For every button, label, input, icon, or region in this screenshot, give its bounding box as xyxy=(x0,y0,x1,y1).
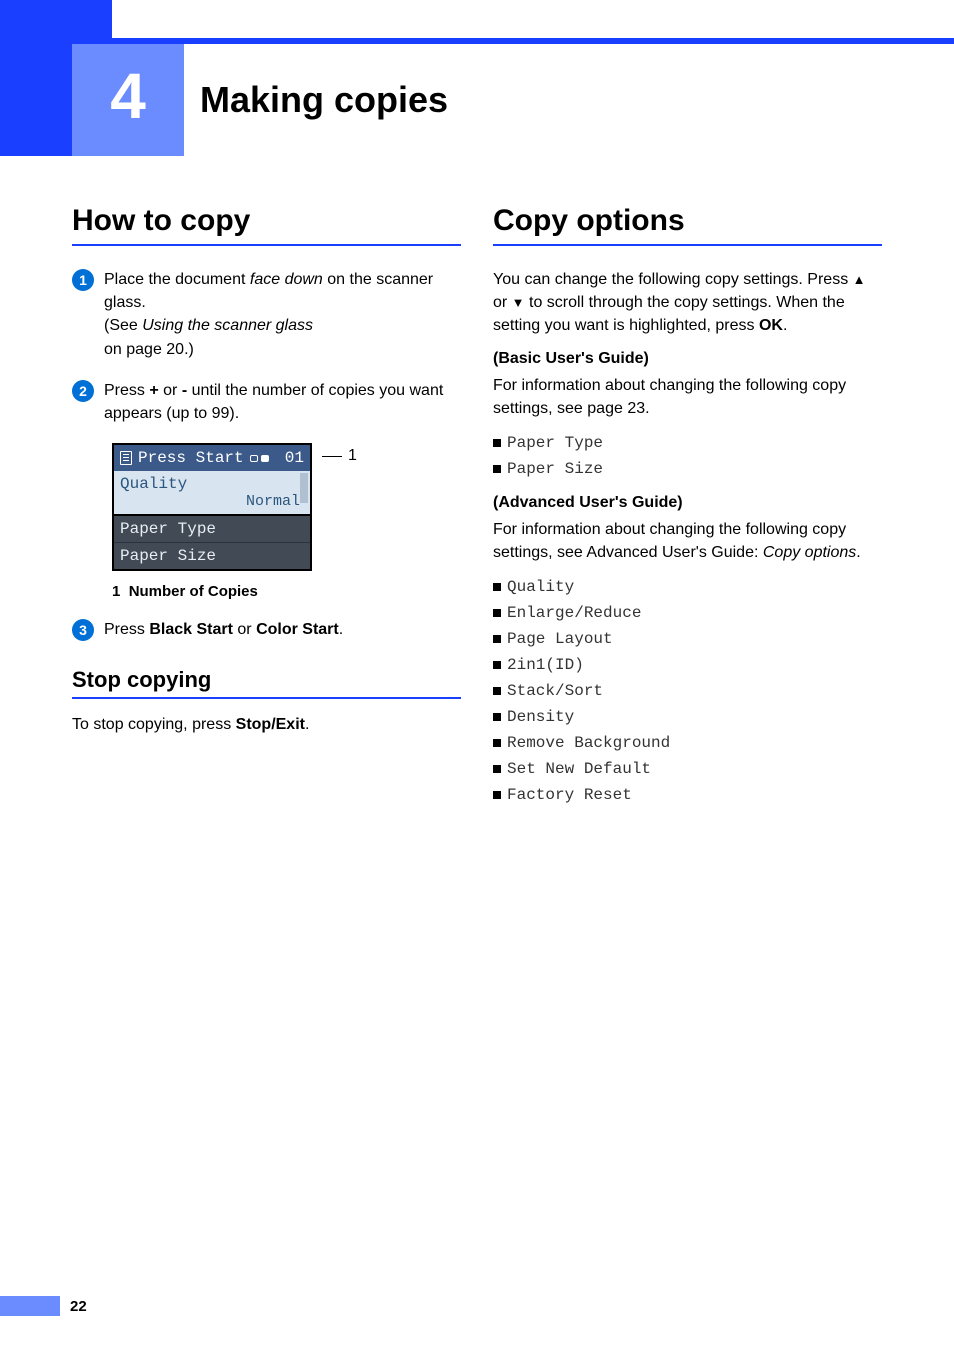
step-2: 2 Press + or - until the number of copie… xyxy=(72,379,461,425)
basic-items-list: Paper TypePaper Size xyxy=(493,430,882,482)
callout-1: 1 xyxy=(322,447,357,465)
right-column: Copy options You can change the followin… xyxy=(493,204,882,816)
basic-guide-text: For information about changing the follo… xyxy=(493,374,882,420)
list-item: Quality xyxy=(493,574,882,600)
list-item: Set New Default xyxy=(493,756,882,782)
step-2-text: Press + or - until the number of copies … xyxy=(104,379,461,425)
step-1: 1 Place the document face down on the sc… xyxy=(72,268,461,361)
header-rule xyxy=(112,38,954,44)
list-item: Stack/Sort xyxy=(493,678,882,704)
lcd-row-paper-size: Paper Size xyxy=(114,542,310,569)
how-to-copy-heading: How to copy xyxy=(72,204,461,246)
callout-number: 1 xyxy=(348,447,357,465)
list-item: Remove Background xyxy=(493,730,882,756)
list-item: Paper Type xyxy=(493,430,882,456)
page-footer: 22 xyxy=(0,1296,87,1316)
step-3: 3 Press Black Start or Color Start. xyxy=(72,618,461,641)
lcd-header-text: Press Start xyxy=(138,449,244,467)
lcd-count: 01 xyxy=(285,449,304,467)
list-item: Paper Size xyxy=(493,456,882,482)
step-3-text: Press Black Start or Color Start. xyxy=(104,618,461,641)
document-icon xyxy=(120,451,132,465)
lcd-row-paper-type: Paper Type xyxy=(114,516,310,542)
header-band xyxy=(0,0,954,44)
chapter-title: Making copies xyxy=(200,79,448,121)
mono-color-icon xyxy=(250,455,269,462)
advanced-items-list: QualityEnlarge/ReducePage Layout2in1(ID)… xyxy=(493,574,882,808)
step-bullet-1: 1 xyxy=(72,269,94,291)
chapter-tab-accent xyxy=(0,44,72,156)
chapter-number: 4 xyxy=(72,44,184,156)
step-bullet-3: 3 xyxy=(72,619,94,641)
lcd-selected-label: Quality xyxy=(120,475,187,493)
list-item: 2in1(ID) xyxy=(493,652,882,678)
list-item: Factory Reset xyxy=(493,782,882,808)
list-item: Enlarge/Reduce xyxy=(493,600,882,626)
step-bullet-2: 2 xyxy=(72,380,94,402)
lcd-selected-value: Normal xyxy=(120,493,304,510)
advanced-guide-head: (Advanced User's Guide) xyxy=(493,494,882,512)
step-1-text: Place the document face down on the scan… xyxy=(104,268,461,361)
header-tab xyxy=(0,0,112,44)
copy-options-intro: You can change the following copy settin… xyxy=(493,268,882,338)
stop-copying-text: To stop copying, press Stop/Exit. xyxy=(72,713,461,736)
lcd-screen: Press Start 01 Quality Normal Paper Type… xyxy=(112,443,312,571)
legend-1: 1 Number of Copies xyxy=(112,583,461,600)
callout-line xyxy=(322,456,342,457)
copy-options-heading: Copy options xyxy=(493,204,882,246)
list-item: Page Layout xyxy=(493,626,882,652)
left-column: How to copy 1 Place the document face do… xyxy=(72,204,461,816)
stop-copying-heading: Stop copying xyxy=(72,667,461,699)
lcd-header-row: Press Start 01 xyxy=(114,445,310,471)
list-item: Density xyxy=(493,704,882,730)
advanced-guide-text: For information about changing the follo… xyxy=(493,518,882,564)
page-number: 22 xyxy=(70,1298,87,1315)
basic-guide-head: (Basic User's Guide) xyxy=(493,350,882,368)
lcd-selected-row: Quality Normal xyxy=(114,471,310,516)
footer-tab xyxy=(0,1296,60,1316)
chapter-header: 4 Making copies xyxy=(0,44,954,156)
lcd-illustration: Press Start 01 Quality Normal Paper Type… xyxy=(112,443,461,571)
